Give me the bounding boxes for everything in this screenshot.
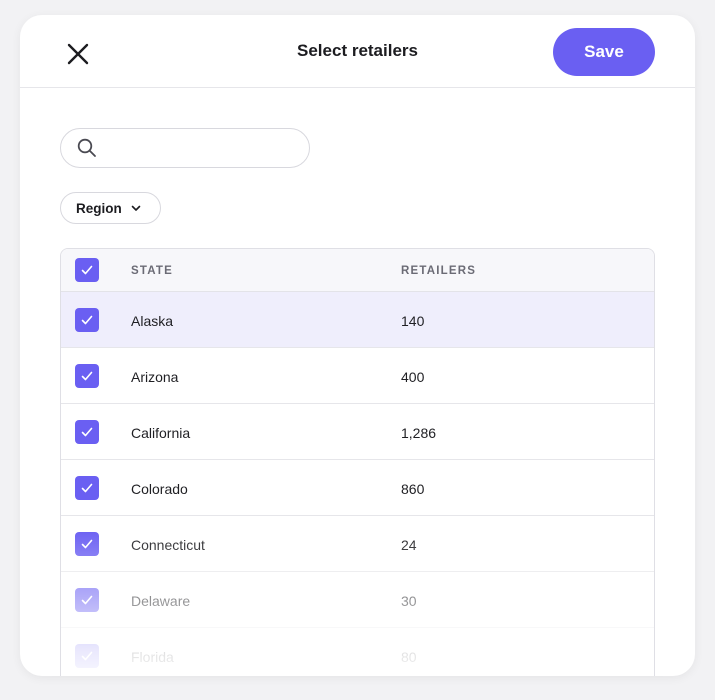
table-row[interactable]: Alaska 140 bbox=[61, 292, 654, 348]
row-checkbox[interactable] bbox=[75, 420, 99, 444]
row-checkbox[interactable] bbox=[75, 644, 99, 668]
modal-header: Select retailers Save bbox=[20, 15, 695, 88]
checkmark-icon bbox=[81, 595, 93, 605]
state-cell: Connecticut bbox=[131, 537, 205, 553]
select-retailers-modal: Select retailers Save Region STATE RETAI… bbox=[20, 15, 695, 676]
column-header-state[interactable]: STATE bbox=[131, 265, 173, 277]
state-cell: Colorado bbox=[131, 481, 188, 497]
checkmark-icon bbox=[81, 539, 93, 549]
search-icon bbox=[77, 138, 97, 163]
table-row[interactable]: Connecticut 24 bbox=[61, 516, 654, 572]
column-header-retailers[interactable]: RETAILERS bbox=[401, 265, 476, 277]
state-cell: Arizona bbox=[131, 369, 179, 385]
search-input[interactable] bbox=[109, 137, 299, 159]
row-checkbox[interactable] bbox=[75, 364, 99, 388]
checkmark-icon bbox=[81, 483, 93, 493]
retailers-cell: 1,286 bbox=[401, 425, 437, 441]
region-filter-button[interactable]: Region bbox=[60, 192, 161, 224]
state-cell: Alaska bbox=[131, 313, 174, 329]
save-button[interactable]: Save bbox=[553, 28, 655, 76]
select-all-checkbox[interactable] bbox=[75, 258, 99, 282]
checkmark-icon bbox=[81, 651, 93, 661]
table-row[interactable]: California 1,286 bbox=[61, 404, 654, 460]
region-filter-label: Region bbox=[76, 200, 122, 216]
search-box bbox=[60, 128, 310, 168]
retailers-cell: 860 bbox=[401, 481, 425, 497]
checkmark-icon bbox=[81, 265, 93, 275]
table-header: STATE RETAILERS bbox=[61, 249, 654, 292]
table-row[interactable]: Colorado 860 bbox=[61, 460, 654, 516]
retailers-cell: 30 bbox=[401, 593, 417, 609]
state-cell: Florida bbox=[131, 649, 174, 665]
checkmark-icon bbox=[81, 315, 93, 325]
state-cell: California bbox=[131, 425, 191, 441]
table-row[interactable]: Arizona 400 bbox=[61, 348, 654, 404]
row-checkbox[interactable] bbox=[75, 476, 99, 500]
row-checkbox[interactable] bbox=[75, 308, 99, 332]
retailers-table: STATE RETAILERS Alaska 140 Arizona 400 C… bbox=[60, 248, 655, 676]
retailers-cell: 400 bbox=[401, 369, 425, 385]
retailers-cell: 80 bbox=[401, 649, 417, 665]
retailers-cell: 24 bbox=[401, 537, 417, 553]
state-cell: Delaware bbox=[131, 593, 191, 609]
chevron-down-icon bbox=[130, 202, 142, 214]
table-row[interactable]: Delaware 30 bbox=[61, 572, 654, 628]
checkmark-icon bbox=[81, 427, 93, 437]
retailers-cell: 140 bbox=[401, 313, 425, 329]
checkmark-icon bbox=[81, 371, 93, 381]
row-checkbox[interactable] bbox=[75, 532, 99, 556]
row-checkbox[interactable] bbox=[75, 588, 99, 612]
table-row[interactable]: Florida 80 bbox=[61, 628, 654, 676]
